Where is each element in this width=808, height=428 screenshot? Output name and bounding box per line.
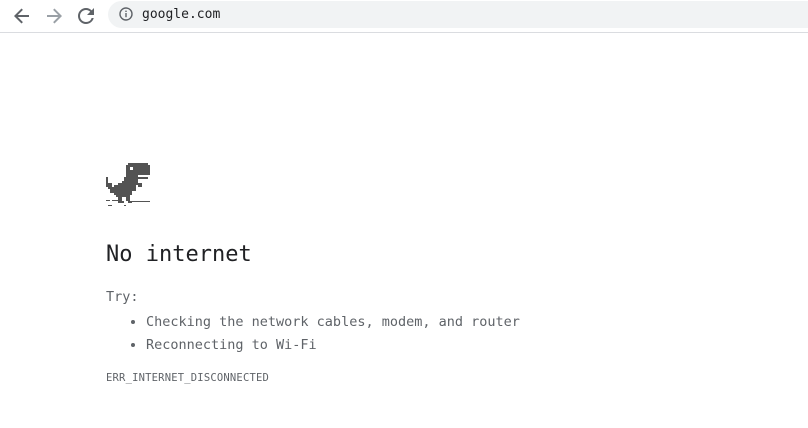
error-code: ERR_INTERNET_DISCONNECTED [106, 372, 270, 384]
omnibox[interactable]: google.com [108, 1, 808, 28]
try-label: Try: [106, 289, 139, 305]
forward-button[interactable] [40, 2, 68, 30]
page-title: No internet [106, 242, 252, 267]
back-button[interactable] [8, 2, 36, 30]
browser-toolbar: google.com [0, 0, 808, 33]
arrow-right-icon [47, 8, 62, 24]
dino-icon [106, 163, 150, 206]
info-circle-icon[interactable] [119, 7, 133, 21]
url-text[interactable]: google.com [142, 6, 220, 23]
suggestions-list: Checking the network cables, modem, and … [106, 311, 520, 357]
arrow-left-icon [14, 8, 29, 24]
list-item: Checking the network cables, modem, and … [146, 311, 520, 334]
reload-icon [78, 8, 94, 24]
list-item: Reconnecting to Wi-Fi [146, 334, 520, 357]
reload-button[interactable] [72, 2, 100, 30]
